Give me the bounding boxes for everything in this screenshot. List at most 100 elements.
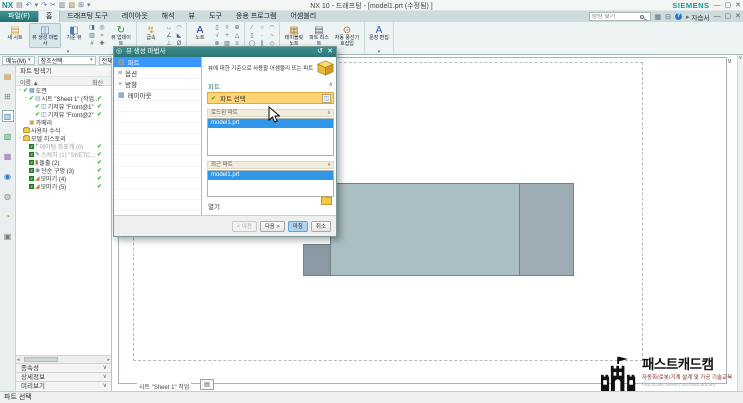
view-palette-icon[interactable]: ▦ — [2, 150, 14, 162]
datum-feature-icon[interactable]: ◊ — [222, 24, 232, 32]
panel-preview[interactable]: 미리보기 ∨ — [16, 381, 111, 390]
dialog-titlebar[interactable]: 뷰 생성 마법사 — [114, 47, 336, 57]
web-browser-icon[interactable]: ◍ — [2, 190, 14, 202]
part-view-end[interactable] — [519, 183, 574, 276]
recent-parts-header[interactable]: 최근 파트 ∧ — [207, 161, 334, 169]
radial-dimension-icon[interactable]: ◠ — [174, 24, 184, 32]
tab-file[interactable]: 파일(F) — [0, 11, 38, 22]
help-icon[interactable]: ? — [675, 13, 683, 20]
search-icon[interactable] — [639, 14, 644, 19]
reset-icon[interactable]: ↺ — [317, 47, 323, 57]
menu-button[interactable]: 메뉴(M) ▾ — [2, 55, 35, 65]
select-part-button[interactable]: ◫ — [322, 94, 331, 103]
tab-view[interactable]: 뷰 — [182, 11, 202, 22]
chevron-down-icon[interactable]: ∨ — [727, 57, 732, 65]
undo-icon[interactable]: ↶ — [26, 1, 32, 11]
rapid-dimension-button[interactable]: ↯ 급속 — [139, 23, 163, 48]
command-finder[interactable] — [588, 12, 651, 21]
doc-close-icon[interactable]: ✕ — [735, 12, 741, 21]
next-button[interactable]: 다음 > — [259, 221, 285, 232]
wizard-step-orientation[interactable]: + 방향 — [114, 79, 201, 90]
tab-assemblies[interactable]: 어셈블리 — [283, 11, 323, 22]
undo-dropdown-icon[interactable]: ▾ — [35, 1, 39, 11]
checkbox-icon[interactable]: ✓ — [29, 143, 34, 149]
collapse-icon[interactable]: ∧ — [329, 81, 333, 88]
close-icon[interactable]: ✕ — [735, 1, 741, 10]
save-icon[interactable]: ▤ — [16, 1, 23, 11]
doc-restore-icon[interactable]: ▢ — [725, 12, 732, 21]
close-icon[interactable]: ✕ — [327, 47, 333, 57]
part-view-boss[interactable] — [303, 244, 331, 276]
chamfer-dimension-icon[interactable]: ◣ — [174, 32, 184, 40]
angular-dimension-icon[interactable]: ∠ — [164, 32, 174, 40]
dialog-menu-icon[interactable]: ◎ — [116, 48, 122, 56]
crop-view-icon[interactable]: # — [87, 40, 97, 48]
tree-row[interactable]: ✓ ◢ 모따기 (5) ✔ — [16, 182, 111, 191]
constraint-navigator-icon[interactable]: ⊞ — [2, 90, 14, 102]
part-navigator-icon[interactable]: ▥ — [1, 110, 14, 122]
tab-tools[interactable]: 도구 — [202, 11, 229, 22]
search-input[interactable] — [591, 13, 640, 20]
tab-application[interactable]: 응용 프로그램 — [229, 11, 284, 22]
center-mark-icon[interactable]: + — [222, 32, 232, 40]
auto-balloon-button[interactable]: ⊙ 자동 풍선기호삽입 — [332, 23, 362, 48]
line-icon[interactable]: ∕ — [247, 24, 257, 32]
navigator-hscrollbar[interactable]: ◂ ▸ — [16, 355, 111, 363]
panel-dependencies[interactable]: 종속성 ∨ — [16, 363, 111, 372]
checkbox-icon[interactable]: ✓ — [29, 183, 34, 189]
projected-view-icon[interactable]: ◨ — [87, 24, 97, 32]
wizard-step-layout[interactable]: ▦ 레이아웃 — [114, 90, 201, 101]
right-rail[interactable]: ∨ — [737, 55, 743, 391]
point-icon[interactable]: · — [257, 32, 267, 40]
checkbox-icon[interactable]: ✓ — [29, 151, 34, 157]
reuse-library-icon[interactable]: ▧ — [2, 130, 14, 142]
surface-finish-icon[interactable]: √ — [212, 32, 222, 40]
break-view-icon[interactable]: ≈ — [97, 32, 107, 40]
finish-button[interactable]: 마침 — [287, 221, 308, 232]
section-view-icon[interactable]: ▥ — [87, 32, 97, 40]
detail-view-icon[interactable]: ◎ — [97, 24, 107, 32]
recent-parts-list[interactable]: model1.prt — [207, 170, 334, 197]
note-button[interactable]: A 노트 — [189, 23, 211, 48]
copy-icon[interactable]: ▥ — [59, 1, 66, 11]
exploded-view-icon[interactable]: ✚ — [97, 40, 107, 48]
assembly-navigator-icon[interactable]: ▤ — [2, 70, 14, 82]
balloon-icon[interactable]: ⊕ — [232, 24, 242, 32]
minimize-icon[interactable]: — — [714, 1, 721, 10]
part-list-item[interactable]: model1.prt — [208, 171, 333, 180]
new-sheet-button[interactable]: ▤ 새 시트 — [2, 23, 28, 48]
window-layout-icon[interactable]: ▦ — [655, 13, 662, 21]
open-folder-icon[interactable] — [321, 196, 332, 205]
wizard-step-options[interactable]: ≡ 옵션 — [114, 68, 201, 79]
base-view-button[interactable]: ◧ 기준 뷰 — [62, 23, 86, 48]
checkbox-icon[interactable]: ✓ — [29, 175, 34, 181]
tab-drafting-tools[interactable]: 드래프팅 도구 — [60, 11, 115, 22]
collapse-icon[interactable]: ∧ — [327, 110, 331, 117]
collapse-icon[interactable]: ∧ — [327, 162, 331, 169]
tree-row[interactable]: ✓ ✎ 스케치 (1) "SKETCH..." ✔ — [16, 150, 111, 159]
wizard-step-part[interactable]: ▧ 파트 — [114, 57, 201, 68]
screens-icon[interactable]: ⊟ — [665, 13, 671, 21]
feature-control-frame-icon[interactable]: ▯ — [212, 24, 222, 32]
arc-icon[interactable]: ◠ — [267, 24, 277, 32]
tutorial-button[interactable]: ▸ 자습서 — [686, 12, 709, 22]
sheet-page-icon[interactable]: ▤ — [200, 379, 214, 390]
cut-icon[interactable]: ✂ — [50, 1, 56, 11]
update-views-button[interactable]: ↻ 뷰 업데이트 — [108, 23, 134, 48]
process-studio-icon[interactable]: ▣ — [2, 230, 14, 242]
restore-icon[interactable]: ▢ — [725, 1, 732, 10]
doc-minimize-icon[interactable]: — — [714, 12, 721, 21]
redo-icon[interactable]: ↷ — [41, 1, 47, 11]
checkbox-icon[interactable]: ✓ — [29, 159, 34, 165]
checkbox-icon[interactable]: ✓ — [29, 167, 34, 173]
paste-icon[interactable]: ▧ — [69, 1, 76, 11]
history-icon[interactable]: ◔ — [2, 210, 14, 222]
spline-icon[interactable]: ~ — [267, 32, 277, 40]
type-filter-dropdown[interactable]: 참조선택 ▾ — [37, 55, 96, 65]
select-part-row[interactable]: ✔ 파트 선택 ◫ — [207, 92, 334, 104]
tab-layout[interactable]: 레이아웃 — [115, 11, 155, 22]
hd3d-tools-icon[interactable]: ◉ — [2, 170, 14, 182]
view-wizard-button[interactable]: ◫ 뷰 생성 마법사 — [29, 23, 61, 48]
weld-symbol-icon[interactable]: △ — [232, 32, 242, 40]
panel-details[interactable]: 상세정보 ∨ — [16, 372, 111, 381]
